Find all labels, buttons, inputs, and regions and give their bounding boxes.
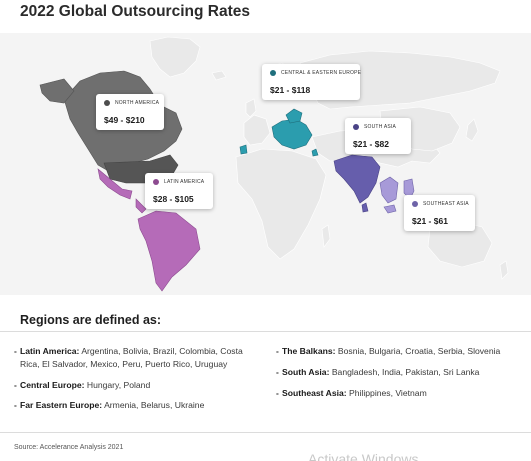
tooltip-south-asia: SOUTH ASIA $21 - $82 (345, 118, 411, 154)
definitions-left-column: - Latin America: Argentina, Bolivia, Bra… (14, 345, 262, 420)
tooltip-southeast-asia: SOUTHEAST ASIA $21 - $61 (404, 195, 475, 231)
definition-text: Hungary, Poland (86, 379, 151, 390)
tooltip-eastern-europe: CENTRAL & EASTERN EUROPE $21 - $118 (262, 64, 362, 100)
southeast-asia-label: SOUTHEAST ASIA (423, 201, 469, 207)
tooltip-north-america: NORTH AMERICA $49 - $210 (96, 94, 164, 130)
definition-label: The Balkans: (282, 346, 336, 356)
iceland (211, 70, 227, 81)
western-europe (243, 114, 271, 146)
north-america-range: $49 - $210 (104, 115, 145, 125)
south-asia-label: SOUTH ASIA (364, 124, 397, 130)
definition-latin-america: - Latin America: Argentina, Bolivia, Bra… (14, 345, 262, 371)
definition-label: Southeast Asia: (282, 387, 347, 398)
greenland (149, 36, 201, 78)
definitions-title: Regions are defined as: (20, 313, 162, 327)
eastern-europe-label: CENTRAL & EASTERN EUROPE (281, 70, 362, 76)
activate-windows-watermark: Activate Windows (308, 451, 419, 461)
southeast-asia-dot (412, 201, 418, 207)
definition-south-asia: - South Asia: Bangladesh, India, Pakista… (276, 366, 524, 379)
world-map: NORTH AMERICA $49 - $210 CENTRAL & EASTE… (0, 33, 531, 295)
eastern-europe-range: $21 - $118 (270, 85, 311, 95)
definition-southeast-asia: - Southeast Asia: Philippines, Vietnam (276, 387, 524, 400)
definition-text: Bangladesh, India, Pakistan, Sri Lanka (331, 366, 480, 377)
tooltip-latin-america: LATIN AMERICA $28 - $105 (145, 173, 213, 209)
definition-text: Armenia, Belarus, Ukraine (104, 400, 205, 411)
japan (465, 118, 479, 142)
south-asia-dot (353, 124, 359, 130)
north-america-label: NORTH AMERICA (115, 100, 160, 106)
latin-america-dot (153, 179, 159, 185)
southeast-asia-range: $21 - $61 (412, 216, 448, 226)
divider (0, 331, 531, 332)
south-asia-range: $21 - $82 (353, 139, 389, 149)
north-america-dot (104, 100, 110, 106)
madagascar (321, 224, 331, 248)
uk (245, 98, 257, 118)
definition-far-eastern-europe: - Far Eastern Europe: Armenia, Belarus, … (14, 399, 262, 412)
new-zealand (499, 260, 509, 280)
definition-text: Philippines, Vietnam (349, 387, 427, 398)
latin-america-label: LATIN AMERICA (164, 179, 205, 185)
definition-label: Central Europe: (20, 379, 85, 390)
source-note: Source: Accelerance Analysis 2021 (14, 444, 124, 451)
footer-divider (0, 432, 531, 433)
definition-central-europe: - Central Europe: Hungary, Poland (14, 379, 262, 392)
eastern-europe-dot (270, 70, 276, 76)
definition-label: South Asia: (282, 366, 330, 377)
definitions-right-column: - The Balkans: Bosnia, Bulgaria, Croatia… (276, 345, 524, 407)
south-asia-region (333, 154, 381, 213)
latin-america-range: $28 - $105 (153, 194, 194, 204)
definition-text: Bosnia, Bulgaria, Croatia, Serbia, Slove… (337, 346, 501, 356)
chart-title: 2022 Global Outsourcing Rates (20, 3, 250, 20)
definition-balkans: - The Balkans: Bosnia, Bulgaria, Croatia… (276, 345, 524, 358)
definition-label: Latin America: (20, 346, 80, 356)
definition-label: Far Eastern Europe: (20, 400, 103, 411)
africa (235, 148, 327, 260)
